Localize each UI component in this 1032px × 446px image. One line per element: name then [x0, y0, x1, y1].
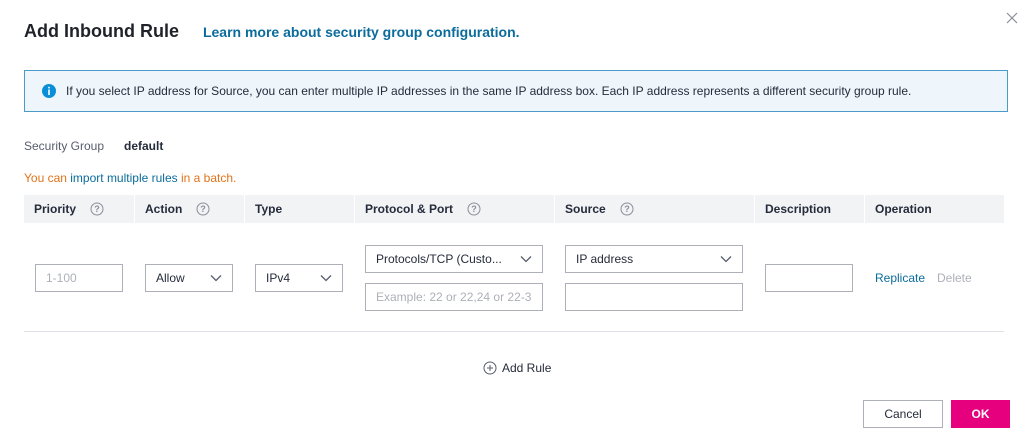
- chevron-down-icon: [210, 275, 222, 282]
- port-field[interactable]: [376, 290, 542, 304]
- svg-text:?: ?: [94, 204, 100, 214]
- header-priority-label: Priority: [34, 202, 77, 216]
- header-operation: Operation: [864, 195, 1004, 223]
- row-divider: [24, 331, 1004, 332]
- header-type: Type: [244, 195, 354, 223]
- delete-link[interactable]: Delete: [937, 271, 972, 285]
- protocol-select[interactable]: Protocols/TCP (Custo...: [365, 245, 543, 273]
- header-description-label: Description: [765, 202, 832, 216]
- header-action: Action ?: [134, 195, 244, 223]
- action-select[interactable]: Allow: [145, 264, 233, 292]
- protocol-value: Protocols/TCP (Custo...: [376, 252, 502, 266]
- header-action-label: Action: [145, 202, 183, 216]
- rules-table-header: Priority ? Action ? Type Protocol & Port…: [24, 195, 1004, 223]
- replicate-link[interactable]: Replicate: [875, 271, 925, 285]
- security-group-row: Security Group default: [24, 139, 163, 153]
- help-icon[interactable]: ?: [620, 202, 634, 216]
- port-input[interactable]: [365, 283, 543, 311]
- description-input[interactable]: [765, 264, 853, 292]
- help-icon[interactable]: ?: [467, 202, 481, 216]
- source-ip-input[interactable]: [565, 283, 743, 311]
- svg-text:?: ?: [624, 204, 630, 214]
- priority-input[interactable]: [35, 264, 123, 292]
- ok-button[interactable]: OK: [951, 400, 1010, 428]
- batch-import-hint: You can import multiple rules in a batch…: [24, 171, 236, 185]
- help-icon[interactable]: ?: [196, 202, 210, 216]
- batch-prefix: You can: [24, 171, 71, 185]
- dialog-title: Add Inbound Rule: [24, 21, 179, 41]
- import-rules-link[interactable]: import multiple rules: [70, 171, 177, 185]
- info-banner: If you select IP address for Source, you…: [24, 70, 1008, 112]
- help-icon[interactable]: ?: [90, 202, 104, 216]
- security-group-value: default: [124, 139, 164, 153]
- type-value: IPv4: [266, 271, 291, 285]
- header-source-label: Source: [565, 202, 606, 216]
- description-field[interactable]: [776, 271, 852, 285]
- plus-circle-icon: [483, 361, 497, 375]
- svg-text:?: ?: [201, 204, 207, 214]
- add-rule-label: Add Rule: [502, 361, 552, 375]
- header-source: Source ?: [554, 195, 754, 223]
- source-ip-field[interactable]: [576, 290, 742, 304]
- info-text: If you select IP address for Source, you…: [66, 84, 912, 98]
- header-protocol-port: Protocol & Port ?: [354, 195, 554, 223]
- chevron-down-icon: [520, 256, 532, 263]
- add-rule-button[interactable]: Add Rule: [483, 361, 551, 375]
- info-icon: [42, 84, 56, 98]
- type-select[interactable]: IPv4: [255, 264, 343, 292]
- batch-suffix: in a batch.: [177, 171, 237, 185]
- close-icon[interactable]: [1004, 10, 1020, 26]
- header-type-label: Type: [255, 202, 283, 216]
- chevron-down-icon: [320, 275, 332, 282]
- source-type-value: IP address: [576, 252, 634, 266]
- learn-more-link[interactable]: Learn more about security group configur…: [203, 24, 520, 40]
- header-priority: Priority ?: [24, 195, 134, 223]
- security-group-label: Security Group: [24, 139, 105, 153]
- svg-text:?: ?: [471, 204, 477, 214]
- header-operation-label: Operation: [875, 202, 932, 216]
- action-value: Allow: [156, 271, 185, 285]
- header-protocol-label: Protocol & Port: [365, 202, 454, 216]
- chevron-down-icon: [720, 256, 732, 263]
- priority-field[interactable]: [46, 271, 122, 285]
- dialog-header: Add Inbound Rule Learn more about securi…: [24, 21, 520, 42]
- header-description: Description: [754, 195, 864, 223]
- source-type-select[interactable]: IP address: [565, 245, 743, 273]
- cancel-button[interactable]: Cancel: [863, 400, 943, 428]
